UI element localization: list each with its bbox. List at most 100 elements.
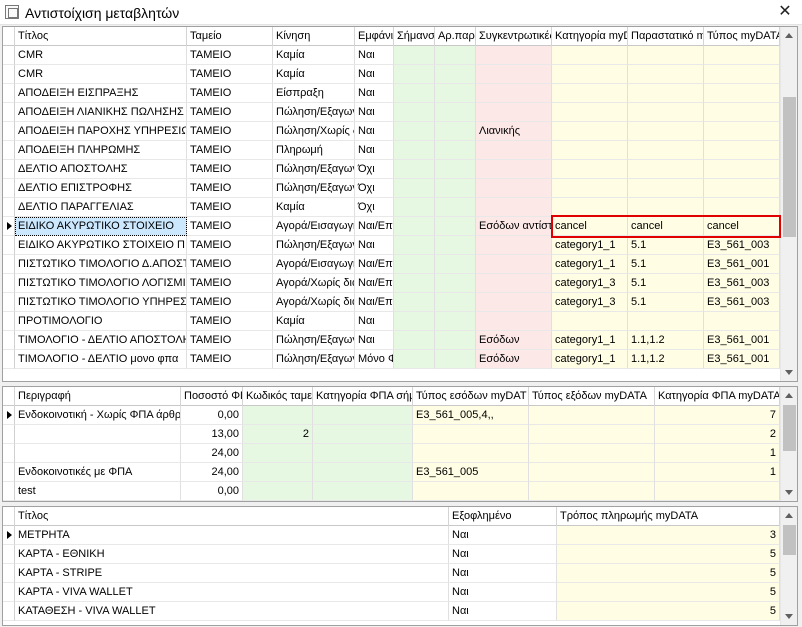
scroll-up-icon[interactable]: [781, 507, 797, 524]
cell-description[interactable]: Ενδοκοινοτικές με ΦΠΑ: [15, 463, 181, 482]
document-row[interactable]: ΑΠΟΔΕΙΞΗ ΠΛΗΡΩΜΗΣ ΤΑΜΕΙΟ Πληρωμή Ναι: [3, 141, 780, 160]
scroll-down-icon[interactable]: [781, 608, 797, 625]
scrollbar-thumb[interactable]: [783, 525, 796, 555]
cell-movement[interactable]: Καμία: [273, 46, 355, 65]
vat-rates-grid[interactable]: Περιγραφή Ποσοστό ΦΠ Κωδικός ταμε Κατηγορία…: [2, 386, 798, 502]
cell-marking[interactable]: [394, 293, 435, 312]
cell-display[interactable]: Ναι: [355, 103, 394, 122]
cell-display[interactable]: Ναι/Επιτ: [355, 255, 394, 274]
cell-summary[interactable]: [476, 293, 552, 312]
cell-summary[interactable]: [476, 198, 552, 217]
cell-vat-category-marking[interactable]: [313, 444, 413, 463]
current-row-arrow-icon[interactable]: [3, 526, 15, 545]
cell-movement[interactable]: Πώληση/Εξαγωγή: [273, 160, 355, 179]
cell-marking[interactable]: [394, 255, 435, 274]
cell-title[interactable]: ΔΕΛΤΙΟ ΕΠΙΣΤΡΟΦΗΣ: [15, 179, 187, 198]
vertical-scrollbar[interactable]: [780, 27, 797, 381]
cell-mydata-type[interactable]: E3_561_001: [704, 331, 780, 350]
cell-income-type-mydata[interactable]: [413, 425, 529, 444]
cell-vat-category-marking[interactable]: [313, 463, 413, 482]
row-header[interactable]: [3, 198, 15, 217]
cell-mydata-type[interactable]: [704, 312, 780, 331]
cell-income-type-mydata[interactable]: E3_561_005,4,,: [413, 406, 529, 425]
cell-movement[interactable]: Αγορά/Εισαγωγή: [273, 217, 355, 236]
cell-movement[interactable]: Αγορά/Χωρίς δια: [273, 274, 355, 293]
cell-description[interactable]: test: [15, 482, 181, 501]
document-row[interactable]: ΔΕΛΤΙΟ ΑΠΟΣΤΟΛΗΣΤΑΜΕΙΟΠώληση/ΕξαγωγήΌχι: [3, 160, 780, 179]
cell-mydata-document[interactable]: 1.1,1.2: [628, 331, 704, 350]
cell-title[interactable]: ΚΑΤΑΘΕΣΗ - VIVA WALLET: [15, 602, 449, 621]
cell-title[interactable]: ΑΠΟΔΕΙΞΗ ΕΙΣΠΡΑΞΗΣ: [15, 84, 187, 103]
current-row-arrow-icon[interactable]: [3, 217, 15, 236]
cell-summary[interactable]: [476, 141, 552, 160]
cell-mydata-type[interactable]: E3_561_003: [704, 236, 780, 255]
cell-cashbox[interactable]: ΤΑΜΕΙΟ: [187, 84, 273, 103]
cell-cashbox[interactable]: ΤΑΜΕΙΟ: [187, 103, 273, 122]
cell-mydata-category[interactable]: [552, 198, 628, 217]
cell-display[interactable]: Ναι/Επιτ: [355, 274, 394, 293]
cell-marking[interactable]: [394, 236, 435, 255]
cell-vat-category-mydata[interactable]: 7: [655, 406, 780, 425]
column-header-summary[interactable]: Συγκεντρωτικές: [476, 27, 552, 46]
cell-summary[interactable]: Εσόδων: [476, 350, 552, 369]
cell-cashbox-code[interactable]: [243, 463, 313, 482]
cell-cashbox-code[interactable]: [243, 444, 313, 463]
cell-title[interactable]: ΠΙΣΤΩΤΙΚΟ ΤΙΜΟΛΟΓΙΟ Δ.ΑΠΟΣΤΟΛ: [15, 255, 187, 274]
cell-mydata-document[interactable]: [628, 84, 704, 103]
payment-methods-grid[interactable]: Τίτλος Εξοφλημένο Τρόπος πληρωμής myDATA ΜΕ…: [2, 506, 798, 626]
cell-cashbox[interactable]: ΤΑΜΕΙΟ: [187, 255, 273, 274]
cell-mydata-type[interactable]: [704, 84, 780, 103]
cell-mydata-category[interactable]: category1_3: [552, 274, 628, 293]
cell-doc-count[interactable]: [435, 46, 476, 65]
cell-mydata-category[interactable]: category1_3: [552, 293, 628, 312]
column-header-paid[interactable]: Εξοφλημένο: [449, 507, 557, 526]
cell-mydata-category[interactable]: cancel: [552, 217, 628, 236]
cell-doc-count[interactable]: [435, 350, 476, 369]
document-row[interactable]: CMR ΤΑΜΕΙΟ Καμία Ναι: [3, 65, 780, 84]
cell-marking[interactable]: [394, 274, 435, 293]
cell-doc-count[interactable]: [435, 198, 476, 217]
cell-doc-count[interactable]: [435, 65, 476, 84]
cell-mydata-category[interactable]: [552, 84, 628, 103]
cell-mydata-category[interactable]: category1_1: [552, 350, 628, 369]
document-row[interactable]: ΕΙΔΙΚΟ ΑΚΥΡΩΤΙΚΟ ΣΤΟΙΧΕΙΟ ΤΑΜΕΙΟ Αγορά/Εισ…: [3, 217, 780, 236]
cell-expense-type-mydata[interactable]: [529, 425, 655, 444]
column-header-vat-category-mydata[interactable]: Κατηγορία ΦΠΑ myDATA: [655, 387, 780, 406]
cell-title[interactable]: CMR: [15, 46, 187, 65]
document-row[interactable]: CMR ΤΑΜΕΙΟ Καμία Ναι: [3, 46, 780, 65]
cell-cashbox-code[interactable]: [243, 482, 313, 501]
row-header[interactable]: [3, 564, 15, 583]
scroll-up-icon[interactable]: [781, 387, 797, 404]
cell-mydata-document[interactable]: 5.1: [628, 236, 704, 255]
cell-income-type-mydata[interactable]: E3_561_005: [413, 463, 529, 482]
cell-title[interactable]: ΠΙΣΤΩΤΙΚΟ ΤΙΜΟΛΟΓΙΟ ΛΟΓΙΣΜΙΚΟ: [15, 274, 187, 293]
scroll-down-icon[interactable]: [781, 484, 797, 501]
cell-vat-category-marking[interactable]: [313, 482, 413, 501]
row-header[interactable]: [3, 255, 15, 274]
cell-summary[interactable]: [476, 236, 552, 255]
cell-movement[interactable]: Καμία: [273, 65, 355, 84]
cell-marking[interactable]: [394, 198, 435, 217]
cell-marking[interactable]: [394, 84, 435, 103]
vat-row[interactable]: 24,00 1: [3, 444, 780, 463]
cell-vat-category-mydata[interactable]: 1: [655, 444, 780, 463]
cell-display[interactable]: Όχι: [355, 179, 394, 198]
column-header-description[interactable]: Περιγραφή: [15, 387, 181, 406]
cell-marking[interactable]: [394, 103, 435, 122]
cell-movement[interactable]: Καμία: [273, 312, 355, 331]
column-header-doc-count[interactable]: Αρ.παρ: [435, 27, 476, 46]
cell-payment-method-mydata[interactable]: 5: [557, 602, 780, 621]
cell-doc-count[interactable]: [435, 160, 476, 179]
cell-mydata-category[interactable]: [552, 65, 628, 84]
cell-paid[interactable]: Ναι: [449, 545, 557, 564]
cell-movement[interactable]: Καμία: [273, 198, 355, 217]
cell-display[interactable]: Ναι/Επιτ: [355, 217, 394, 236]
cell-mydata-category[interactable]: [552, 103, 628, 122]
cell-display[interactable]: Όχι: [355, 160, 394, 179]
cell-title[interactable]: ΠΡΟΤΙΜΟΛΟΓΙΟ: [15, 312, 187, 331]
cell-doc-count[interactable]: [435, 331, 476, 350]
document-row[interactable]: ΕΙΔΙΚΟ ΑΚΥΡΩΤΙΚΟ ΣΤΟΙΧΕΙΟ ΠΙΣΤ ΤΑΜΕΙΟ Πώλη…: [3, 236, 780, 255]
cell-title[interactable]: ΔΕΛΤΙΟ ΠΑΡΑΓΓΕΛΙΑΣ: [15, 198, 187, 217]
document-row[interactable]: ΠΙΣΤΩΤΙΚΟ ΤΙΜΟΛΟΓΙΟ Δ.ΑΠΟΣΤΟΛ ΤΑΜΕΙΟ Αγορά…: [3, 255, 780, 274]
cell-cashbox[interactable]: ΤΑΜΕΙΟ: [187, 179, 273, 198]
